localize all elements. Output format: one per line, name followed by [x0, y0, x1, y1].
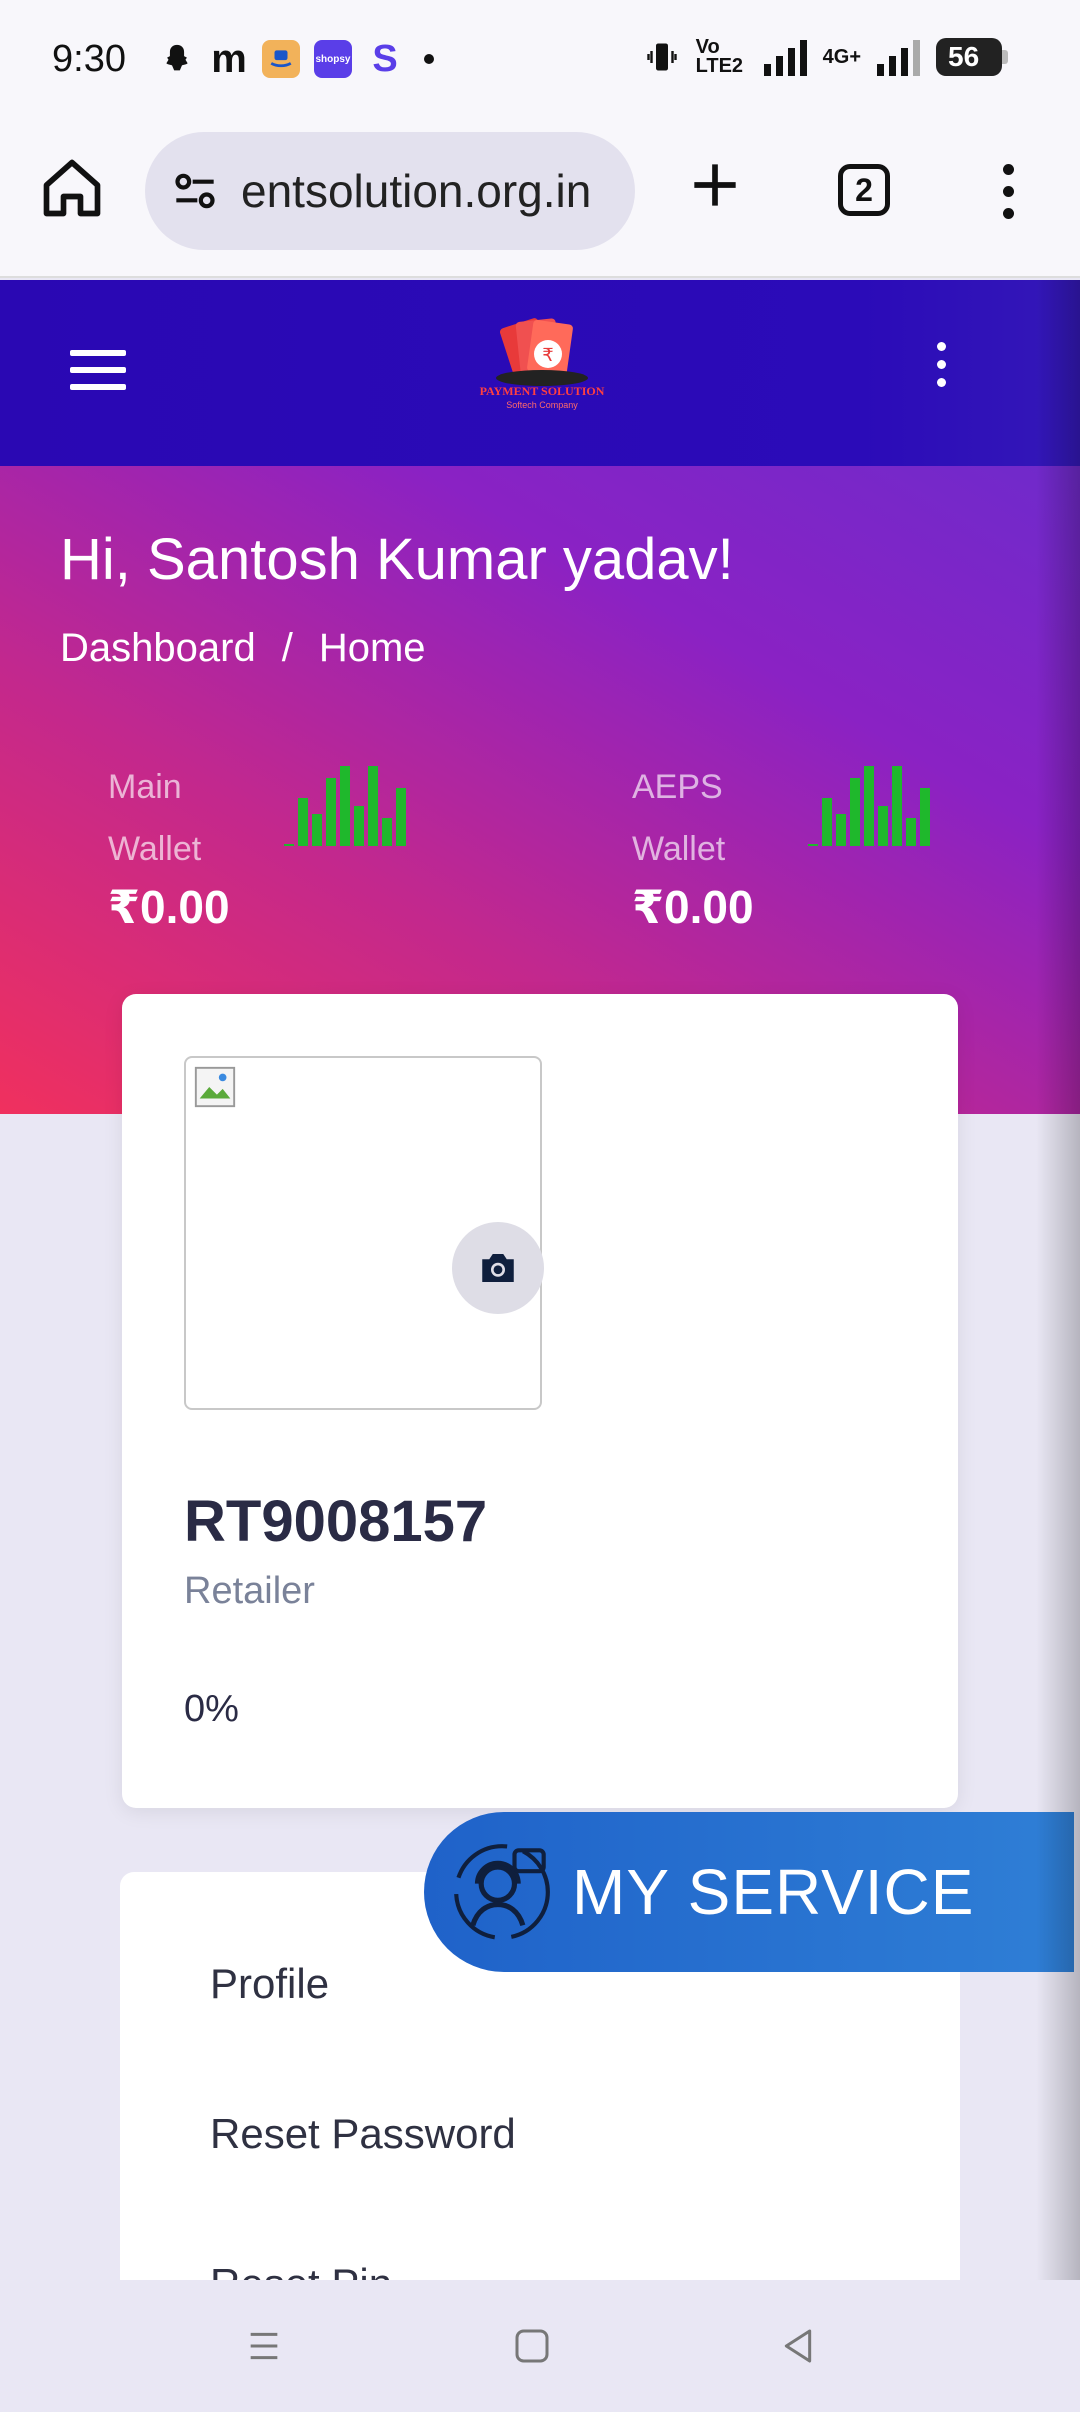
menu-item-reset-password[interactable]: Reset Password: [210, 2110, 516, 2158]
logo-subtitle: Softech Company: [506, 400, 578, 410]
app-header: ₹ PAYMENT SOLUTION Softech Company: [0, 280, 1080, 466]
snapchat-icon: [158, 40, 196, 78]
breadcrumb-separator: /: [281, 626, 293, 670]
network-label-2: 4G+: [822, 45, 861, 68]
logo-title: PAYMENT SOLUTION: [479, 384, 605, 398]
main-wallet: Main Wallet ₹0.00: [108, 756, 468, 933]
header-more-icon[interactable]: [934, 342, 948, 392]
amazon-icon: [262, 40, 300, 78]
breadcrumb-dashboard[interactable]: Dashboard: [60, 626, 256, 671]
shopsy-icon: shopsy: [314, 40, 352, 78]
main-wallet-value: ₹0.00: [108, 881, 230, 933]
svg-text:₹: ₹: [542, 345, 553, 366]
hamburger-menu-icon[interactable]: [70, 350, 126, 394]
user-percent: 0%: [184, 1688, 239, 1730]
status-bar: 9:30 m shopsy S Vo LTE2 4G+ 56: [0, 0, 1080, 124]
battery-icon: 56: [936, 38, 1008, 76]
support-agent-icon: [454, 1844, 550, 1940]
my-service-label: MY SERVICE: [572, 1856, 975, 1928]
status-time: 9:30: [52, 38, 126, 80]
back-icon[interactable]: [778, 2326, 818, 2366]
new-tab-icon[interactable]: [684, 154, 746, 216]
camera-icon: [482, 1254, 514, 1282]
aeps-wallet-value: ₹0.00: [632, 881, 754, 933]
status-right: Vo LTE2 4G+ 56: [644, 36, 1008, 77]
broken-image-icon: [194, 1066, 236, 1108]
aeps-wallet: AEPS Wallet ₹0.00: [632, 756, 992, 933]
vibrate-icon: [646, 43, 677, 71]
home-nav-icon[interactable]: [512, 2326, 552, 2366]
my-service-button[interactable]: MY SERVICE: [424, 1812, 1074, 1972]
s-app-icon: S: [372, 37, 398, 80]
breadcrumb: Dashboard / Home: [60, 626, 426, 671]
notification-icons: m shopsy S: [158, 36, 434, 81]
address-bar[interactable]: entsolution.org.in: [145, 132, 635, 250]
browser-menu-icon[interactable]: [998, 164, 1018, 224]
battery-level: 56: [948, 41, 980, 72]
signal-bars-icon: [763, 38, 807, 76]
user-id: RT9008157: [184, 1489, 488, 1554]
gmail-icon: m: [211, 36, 247, 81]
breadcrumb-home: Home: [318, 626, 426, 670]
site-settings-icon[interactable]: [167, 163, 223, 219]
greeting-title: Hi, Santosh Kumar yadav!: [60, 527, 734, 592]
home-icon[interactable]: [38, 154, 106, 222]
url-text[interactable]: entsolution.org.in: [241, 164, 631, 218]
profile-card: RT9008157 Retailer 0%: [122, 994, 958, 1808]
aeps-wallet-sparkline-icon: [808, 766, 930, 846]
browser-toolbar: entsolution.org.in 2: [0, 124, 1080, 278]
user-role: Retailer: [184, 1570, 315, 1612]
tab-switcher-button[interactable]: 2: [838, 164, 890, 216]
upload-photo-button[interactable]: [452, 1222, 544, 1314]
menu-item-profile[interactable]: Profile: [210, 1960, 329, 2008]
network-label: Vo LTE2: [695, 36, 744, 77]
recent-apps-icon[interactable]: [244, 2326, 284, 2366]
system-navigation-bar: [0, 2280, 1080, 2412]
brand-logo: ₹ PAYMENT SOLUTION Softech Company: [478, 314, 606, 416]
signal-bars-2-icon: [877, 38, 920, 76]
more-notifications-dot: [424, 54, 434, 64]
main-wallet-sparkline-icon: [284, 766, 406, 846]
